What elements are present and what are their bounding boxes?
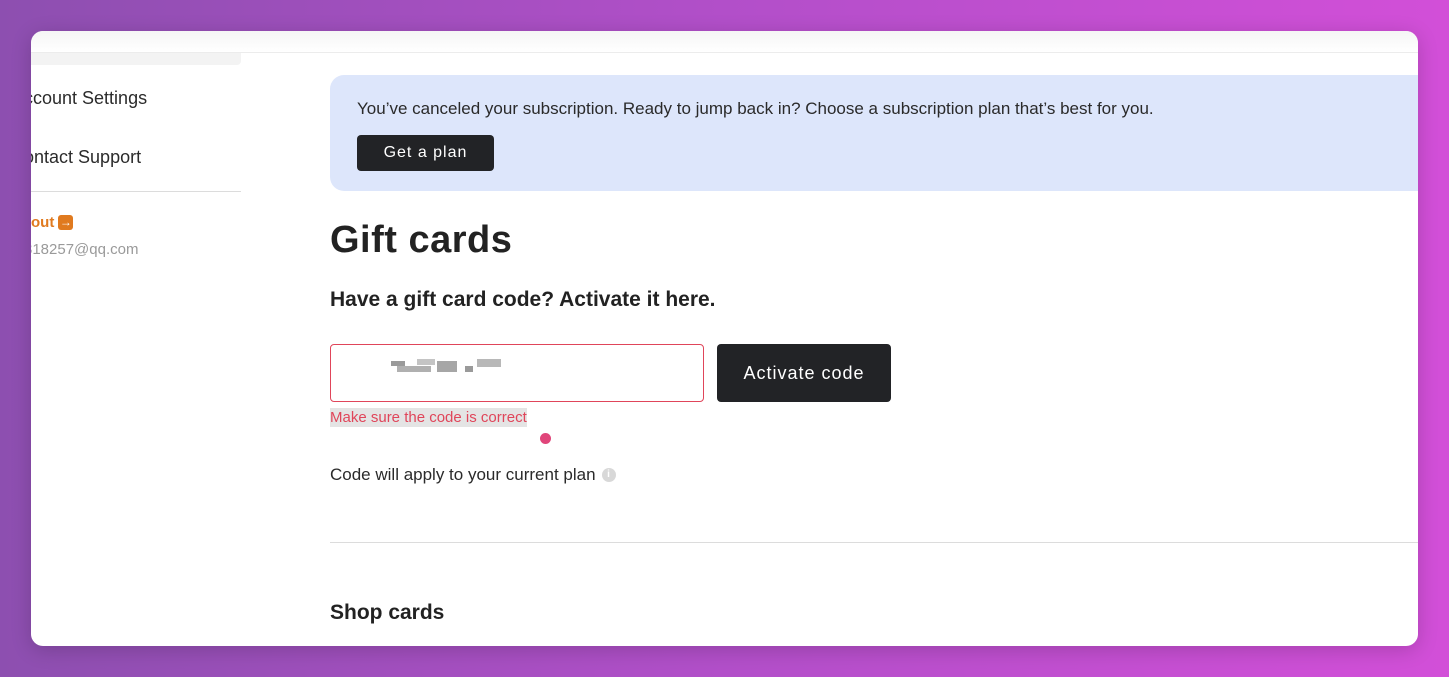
banner-message: You’ve canceled your subscription. Ready…	[357, 99, 1154, 118]
redacted-code-block	[437, 361, 457, 372]
info-icon[interactable]: i	[601, 468, 616, 482]
gift-code-input[interactable]	[330, 344, 704, 402]
code-error-message: Make sure the code is correct	[330, 408, 527, 427]
shop-cards-title: Shop cards	[330, 601, 445, 624]
redacted-code-block	[477, 359, 501, 367]
logout-label: out	[31, 214, 55, 231]
redacted-code-block	[465, 366, 473, 372]
redacted-code-block	[417, 359, 435, 365]
page-title: Gift cards	[330, 219, 513, 261]
user-email: 318257@qq.com	[31, 241, 139, 258]
sidebar: ccount Settings ontact Support out → 318…	[31, 31, 241, 646]
cursor-indicator	[540, 433, 551, 444]
sidebar-active-tab	[31, 53, 241, 65]
apply-note: Code will apply to your current plan i	[330, 465, 616, 485]
apply-note-text: Code will apply to your current plan	[330, 465, 596, 484]
subscription-banner: You’ve canceled your subscription. Ready…	[330, 75, 1418, 191]
logout-icon: →	[58, 215, 74, 230]
app-window: ccount Settings ontact Support out → 318…	[31, 31, 1418, 646]
logout-link[interactable]: out →	[31, 214, 74, 231]
sidebar-item-account-settings[interactable]: ccount Settings	[31, 88, 147, 109]
sidebar-item-contact-support[interactable]: ontact Support	[31, 147, 141, 168]
get-plan-button[interactable]: Get a plan	[357, 135, 494, 171]
activate-code-button[interactable]: Activate code	[717, 344, 891, 402]
gift-card-subtitle: Have a gift card code? Activate it here.	[330, 288, 716, 311]
redacted-code-block	[397, 366, 431, 372]
section-divider	[330, 542, 1418, 543]
sidebar-divider	[31, 191, 241, 192]
